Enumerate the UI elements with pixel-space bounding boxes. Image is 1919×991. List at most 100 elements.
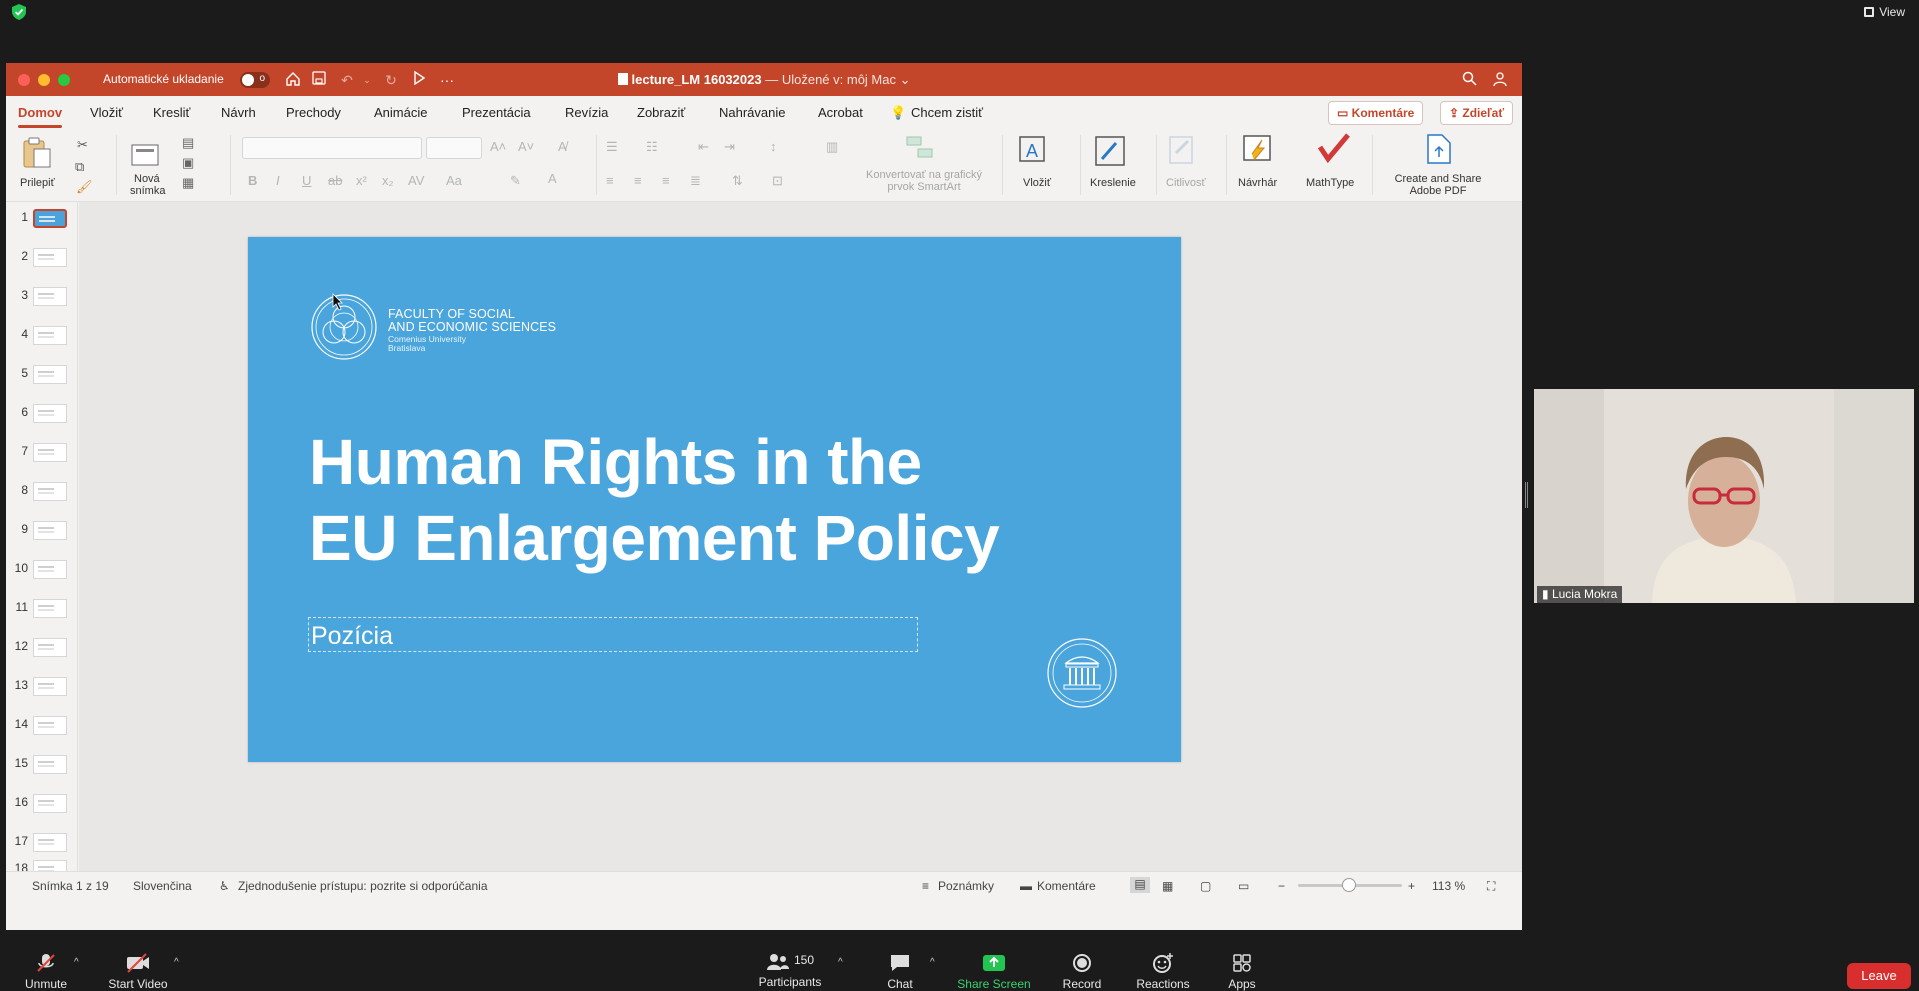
slide-thumbnail[interactable] <box>33 209 67 228</box>
drawing-icon[interactable] <box>1094 135 1128 172</box>
section-icon[interactable]: ▦ <box>182 175 194 191</box>
current-slide[interactable]: FACULTY OF SOCIAL AND ECONOMIC SCIENCES … <box>248 237 1181 762</box>
slide-sorter-icon[interactable]: ▦ <box>1162 879 1173 893</box>
subtitle-placeholder[interactable]: Pozícia <box>308 617 918 652</box>
notes-button[interactable]: Poznámky <box>938 879 994 893</box>
font-name-select[interactable] <box>242 137 422 159</box>
subscript-icon[interactable]: x₂ <box>382 173 394 188</box>
bullets-icon[interactable]: ☰ <box>606 139 618 155</box>
slide-thumbnail[interactable] <box>33 521 67 540</box>
share-button[interactable]: ⇪ Zdieľať <box>1440 101 1514 125</box>
leave-button[interactable]: Leave <box>1847 963 1911 989</box>
highlight-icon[interactable]: ✎ <box>510 173 521 189</box>
slide-thumbnail[interactable] <box>33 443 67 462</box>
tab-prechody[interactable]: Prechody <box>286 105 341 120</box>
tab-nahravanie[interactable]: Nahrávanie <box>719 105 786 120</box>
slide-thumbnail[interactable] <box>33 794 67 813</box>
zoom-slider-handle[interactable] <box>1342 878 1356 892</box>
numbering-icon[interactable]: ☷ <box>646 139 658 155</box>
smartart-icon[interactable] <box>906 135 936 164</box>
slide-thumbnail[interactable] <box>33 716 67 735</box>
layout-icon[interactable]: ▤ <box>182 135 194 151</box>
fit-to-window-icon[interactable]: ⛶ <box>1487 879 1495 894</box>
doc-location-chevron-icon[interactable]: ⌄ <box>896 72 911 87</box>
tab-revizia[interactable]: Revízia <box>565 105 608 120</box>
record-button[interactable]: Record <box>1056 953 1108 991</box>
format-painter-icon[interactable]: 🖌 <box>76 179 93 195</box>
designer-icon[interactable] <box>1242 134 1274 169</box>
decrease-indent-icon[interactable]: ⇤ <box>698 139 709 155</box>
zoom-in-icon[interactable]: + <box>1408 879 1415 893</box>
increase-indent-icon[interactable]: ⇥ <box>724 139 735 155</box>
slide-thumbnail[interactable] <box>33 638 67 657</box>
char-spacing-icon[interactable]: AV <box>408 173 424 188</box>
slide-title[interactable]: Human Rights in the EU Enlargement Polic… <box>309 424 1109 576</box>
slide-thumbnail[interactable] <box>33 287 67 306</box>
apps-button[interactable]: Apps <box>1222 953 1262 991</box>
clear-format-icon[interactable]: A̸ <box>558 139 567 154</box>
superscript-icon[interactable]: x² <box>356 173 367 188</box>
tab-acrobat[interactable]: Acrobat <box>818 105 863 120</box>
zoom-out-icon[interactable]: − <box>1278 879 1285 893</box>
font-color-icon[interactable]: A <box>548 171 557 186</box>
tab-domov[interactable]: Domov <box>18 105 63 128</box>
underline-icon[interactable]: U <box>302 173 311 188</box>
strikethrough-icon[interactable]: ab <box>328 173 342 188</box>
tab-vlozit[interactable]: Vložiť <box>90 105 123 120</box>
language-indicator[interactable]: Slovenčina <box>133 879 192 893</box>
account-icon[interactable] <box>1492 71 1510 89</box>
chat-button[interactable]: Chat <box>876 953 924 991</box>
new-slide-icon[interactable] <box>130 141 162 174</box>
participants-button[interactable]: 150 Participants <box>752 953 828 989</box>
search-icon[interactable] <box>1460 71 1478 89</box>
slideshow-view-icon[interactable]: ▭ <box>1238 879 1249 893</box>
reading-view-icon[interactable]: ▢ <box>1200 879 1211 893</box>
tab-zobrazit[interactable]: Zobraziť <box>637 105 685 120</box>
align-right-icon[interactable]: ≡ <box>662 173 670 188</box>
slide-thumbnail[interactable] <box>33 404 67 423</box>
slide-thumbnail[interactable] <box>33 482 67 501</box>
change-case-icon[interactable]: Aa <box>446 173 462 188</box>
bold-icon[interactable]: B <box>248 173 257 188</box>
participant-video[interactable]: ▮ Lucia Mokra <box>1534 389 1914 603</box>
copy-icon[interactable]: ⧉ <box>75 159 84 175</box>
reactions-button[interactable]: Reactions <box>1132 953 1194 991</box>
slide-thumbnail[interactable] <box>33 677 67 696</box>
normal-view-icon[interactable]: ▤ <box>1130 877 1150 893</box>
justify-icon[interactable]: ≣ <box>690 173 701 189</box>
slide-thumbnail[interactable] <box>33 833 67 852</box>
security-shield-icon[interactable] <box>12 4 26 20</box>
slide-thumbnail[interactable] <box>33 755 67 774</box>
slide-thumbnail[interactable] <box>33 248 67 267</box>
increase-font-icon[interactable]: A˄ <box>490 139 506 154</box>
slide-thumbnail[interactable] <box>33 365 67 384</box>
insert-shapes-icon[interactable]: A <box>1018 135 1048 170</box>
adobe-pdf-icon[interactable] <box>1424 133 1454 170</box>
line-spacing-icon[interactable]: ↕ <box>770 139 777 154</box>
tab-kreslit[interactable]: Kresliť <box>153 105 190 120</box>
tab-animacie[interactable]: Animácie <box>374 105 427 120</box>
comments-button[interactable]: ▭ Komentáre <box>1328 101 1424 125</box>
zoom-level[interactable]: 113 % <box>1432 879 1465 893</box>
slide-canvas[interactable]: FACULTY OF SOCIAL AND ECONOMIC SCIENCES … <box>79 202 1522 871</box>
view-button[interactable]: View <box>1864 5 1905 19</box>
cut-icon[interactable]: ✂ <box>77 137 88 153</box>
italic-icon[interactable]: I <box>276 173 280 188</box>
align-left-icon[interactable]: ≡ <box>606 173 614 188</box>
slide-thumbnail[interactable] <box>33 599 67 618</box>
align-center-icon[interactable]: ≡ <box>634 173 642 188</box>
tell-me-search[interactable]: Chcem zistiť <box>911 105 983 120</box>
columns-icon[interactable]: ▥ <box>826 139 838 155</box>
reset-icon[interactable]: ▣ <box>182 155 194 171</box>
start-video-button[interactable]: Start Video <box>102 953 174 991</box>
text-direction-icon[interactable]: ⇅ <box>732 173 743 189</box>
slide-thumbnail[interactable] <box>33 560 67 579</box>
tab-navrh[interactable]: Návrh <box>221 105 256 120</box>
audio-options-caret-icon[interactable]: ^ <box>74 957 79 968</box>
video-options-caret-icon[interactable]: ^ <box>174 957 179 968</box>
share-screen-button[interactable]: Share Screen <box>956 953 1032 991</box>
align-text-icon[interactable]: ⊡ <box>772 173 783 189</box>
slide-thumbnail[interactable] <box>33 326 67 345</box>
accessibility-status[interactable]: Zjednodušenie prístupu: pozrite si odpor… <box>238 879 488 893</box>
comments-status-button[interactable]: Komentáre <box>1037 879 1096 893</box>
